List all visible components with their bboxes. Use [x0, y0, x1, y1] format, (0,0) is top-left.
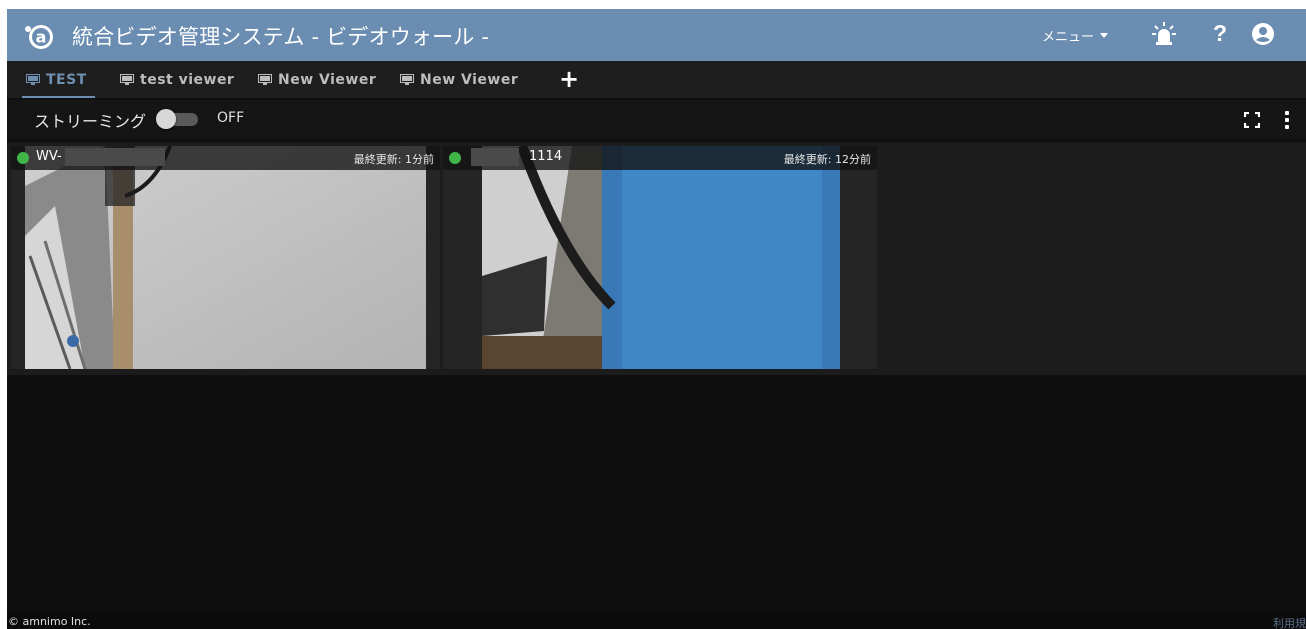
- redacted-name-mask: [471, 148, 519, 166]
- footer: © amnimo Inc. 利用規: [7, 613, 1306, 629]
- camera-header: 1114 最終更新: 12分前: [443, 146, 877, 170]
- terms-link[interactable]: 利用規: [1273, 615, 1306, 629]
- camera-name: 1114: [529, 149, 563, 164]
- video-wall-grid: WV- 最終更新: 1分前 1114 最終更新: 12分前: [7, 142, 1306, 375]
- caret-down-icon: [1100, 33, 1109, 38]
- alarm-light-icon[interactable]: [1151, 21, 1177, 47]
- toggle-knob: [156, 109, 176, 129]
- tab-new-viewer-1[interactable]: New Viewer: [258, 61, 376, 98]
- camera-tile[interactable]: WV- 最終更新: 1分前: [11, 146, 440, 369]
- app-window: a 統合ビデオ管理システム - ビデオウォール - メニュー ? TEST te…: [7, 9, 1306, 629]
- tab-label: TEST: [46, 71, 87, 88]
- tab-new-viewer-2[interactable]: New Viewer: [400, 61, 518, 98]
- monitor-icon: [400, 74, 414, 85]
- camera-feed: [25, 146, 426, 369]
- add-tab-button[interactable]: +: [559, 65, 579, 93]
- app-header: a 統合ビデオ管理システム - ビデオウォール - メニュー ?: [7, 9, 1306, 61]
- camera-name: WV-: [36, 149, 62, 164]
- camera-feed: [482, 146, 840, 369]
- last-update-label: 最終更新: 1分前: [353, 153, 434, 166]
- fullscreen-icon[interactable]: [1244, 112, 1260, 128]
- more-vert-icon[interactable]: [1285, 111, 1291, 129]
- menu-label: メニュー: [1042, 30, 1095, 45]
- page-title: 統合ビデオ管理システム - ビデオウォール -: [72, 25, 490, 49]
- svg-text:a: a: [36, 28, 47, 47]
- help-button[interactable]: ?: [1207, 19, 1233, 46]
- status-dot: [449, 152, 461, 164]
- tab-label: New Viewer: [420, 71, 519, 88]
- tab-label: New Viewer: [278, 71, 377, 88]
- status-dot: [17, 152, 29, 164]
- camera-header: WV- 最終更新: 1分前: [11, 146, 440, 170]
- camera-tile[interactable]: 1114 最終更新: 12分前: [443, 146, 877, 369]
- monitor-icon: [258, 74, 272, 85]
- account-circle-icon[interactable]: [1250, 21, 1276, 47]
- redacted-name-mask: [65, 148, 165, 166]
- wall-toolbar: ストリーミング OFF: [7, 100, 1306, 139]
- menu-button[interactable]: メニュー: [1042, 26, 1109, 45]
- tab-test[interactable]: TEST: [22, 61, 95, 98]
- monitor-icon: [120, 74, 134, 85]
- copyright-text: © amnimo Inc.: [8, 615, 91, 628]
- streaming-label: ストリーミング: [34, 112, 147, 131]
- last-update-label: 最終更新: 12分前: [783, 153, 871, 166]
- streaming-toggle[interactable]: [156, 109, 200, 129]
- amnimo-logo-icon[interactable]: a: [23, 22, 53, 50]
- streaming-state: OFF: [217, 110, 245, 126]
- tab-test-viewer[interactable]: test viewer: [120, 61, 234, 98]
- viewer-tab-bar: TEST test viewer New Viewer New Viewer +: [7, 61, 1306, 98]
- empty-wall-area: [7, 375, 1306, 613]
- tab-label: test viewer: [140, 71, 235, 88]
- monitor-icon: [26, 74, 40, 85]
